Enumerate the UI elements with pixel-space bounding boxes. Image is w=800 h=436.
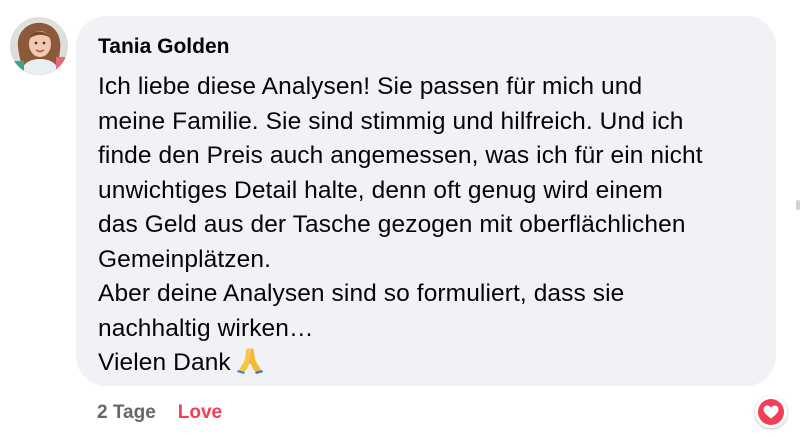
- comment-author[interactable]: Tania Golden: [98, 34, 754, 60]
- comment-timestamp[interactable]: 2 Tage: [97, 402, 156, 424]
- love-reaction-button[interactable]: Love: [178, 402, 222, 424]
- comment-line: finde den Preis auch angemessen, was ich…: [98, 142, 703, 169]
- comment-line: Gemeinplätzen.: [98, 245, 271, 273]
- heart-icon: [758, 399, 784, 425]
- avatar-image: [10, 17, 68, 75]
- comment-line: unwichtiges Detail halte, denn oft genug…: [98, 176, 663, 204]
- reaction-count-badge[interactable]: [755, 396, 787, 428]
- comment-line: Ich liebe diese Analysen! Sie passen für…: [98, 73, 643, 100]
- comment-view: Tania Golden Ich liebe diese Analysen! S…: [0, 0, 800, 436]
- comment-bubble: Tania Golden Ich liebe diese Analysen! S…: [76, 16, 776, 386]
- comment-actions: 2 Tage Love: [97, 400, 222, 426]
- avatar[interactable]: [10, 17, 68, 75]
- folded-hands-emoji: [236, 346, 263, 385]
- comment-line: meine Familie. Sie sind stimmig und hilf…: [98, 107, 684, 135]
- comment-line: das Geld aus der Tasche gezogen mit ober…: [98, 211, 686, 238]
- comment-line: Aber deine Analysen sind so formuliert, …: [98, 280, 625, 307]
- scroll-indicator: [796, 200, 800, 210]
- comment-line-last: Vielen Dank: [98, 346, 754, 385]
- comment-line: nachhaltig wirken…: [98, 314, 314, 342]
- comment-line-text: Vielen Dank: [98, 349, 231, 376]
- comment-text: Ich liebe diese Analysen! Sie passen für…: [98, 70, 754, 385]
